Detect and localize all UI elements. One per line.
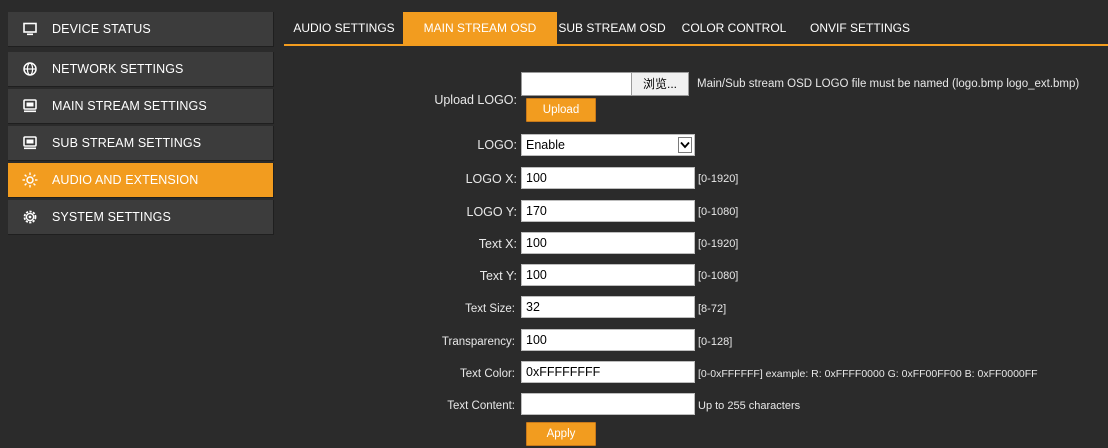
logo-y-label: LOGO Y: xyxy=(466,205,518,219)
logo-x-label: LOGO X: xyxy=(465,172,517,186)
text-color-input[interactable]: 0xFFFFFFFF xyxy=(521,361,695,383)
chevron-down-icon xyxy=(678,137,692,153)
file-path-field[interactable] xyxy=(521,72,632,96)
sidebar-item-main-stream-settings[interactable]: MAIN STREAM SETTINGS xyxy=(8,89,274,124)
tab-audio-settings[interactable]: AUDIO SETTINGS xyxy=(288,12,400,44)
gear-icon xyxy=(22,209,38,225)
sidebar-item-label: DEVICE STATUS xyxy=(52,22,151,36)
text-y-input[interactable]: 100 xyxy=(521,264,695,286)
logo-x-input[interactable]: 100 xyxy=(521,167,695,189)
apply-button[interactable]: Apply xyxy=(526,422,596,446)
logo-label: LOGO: xyxy=(477,138,517,152)
logo-x-hint: [0-1920] xyxy=(698,173,739,185)
tab-main-stream-osd[interactable]: MAIN STREAM OSD xyxy=(403,12,557,44)
transparency-input[interactable]: 100 xyxy=(521,329,695,351)
logo-y-input[interactable]: 170 xyxy=(521,200,695,222)
transparency-label: Transparency: xyxy=(441,336,515,348)
sidebar-item-label: AUDIO AND EXTENSION xyxy=(52,173,199,187)
sidebar-item-system-settings[interactable]: SYSTEM SETTINGS xyxy=(8,200,274,235)
browse-button[interactable]: 浏览... xyxy=(631,72,689,96)
text-x-input[interactable]: 100 xyxy=(521,232,695,254)
tab-color-control[interactable]: COLOR CONTROL xyxy=(674,12,794,44)
osd-settings-form: Upload LOGO: 浏览... Main/Sub stream OSD L… xyxy=(284,48,1108,448)
text-size-label: Text Size: xyxy=(465,303,515,315)
logo-select[interactable]: Enable xyxy=(521,134,695,156)
tab-bar: AUDIO SETTINGS MAIN STREAM OSD SUB STREA… xyxy=(284,12,1108,46)
globe-icon xyxy=(22,61,38,77)
logo-select-value: Enable xyxy=(526,138,565,152)
tab-sub-stream-osd[interactable]: SUB STREAM OSD xyxy=(556,12,668,44)
display-icon xyxy=(22,98,38,114)
sun-icon xyxy=(22,172,38,188)
sidebar: DEVICE STATUS NETWORK SETTINGS MAIN STRE… xyxy=(0,0,274,448)
text-size-input[interactable]: 32 xyxy=(521,296,695,318)
text-color-hint: [0-0xFFFFFF] example: R: 0xFFFF0000 G: 0… xyxy=(698,368,1038,380)
text-content-input[interactable] xyxy=(521,393,695,415)
sidebar-item-sub-stream-settings[interactable]: SUB STREAM SETTINGS xyxy=(8,126,274,161)
upload-hint: Main/Sub stream OSD LOGO file must be na… xyxy=(697,78,1080,90)
display-icon xyxy=(22,135,38,151)
text-size-hint: [8-72] xyxy=(698,303,727,315)
sidebar-item-device-status[interactable]: DEVICE STATUS xyxy=(8,12,274,47)
sidebar-item-label: SYSTEM SETTINGS xyxy=(52,210,171,224)
monitor-icon xyxy=(22,21,38,37)
text-x-label: Text X: xyxy=(478,237,517,251)
sidebar-item-label: MAIN STREAM SETTINGS xyxy=(52,99,207,113)
upload-button[interactable]: Upload xyxy=(526,98,596,122)
upload-logo-label: Upload LOGO: xyxy=(434,93,517,107)
text-color-label: Text Color: xyxy=(460,368,515,380)
text-content-label: Text Content: xyxy=(447,400,515,412)
text-x-hint: [0-1920] xyxy=(698,238,739,250)
text-y-label: Text Y: xyxy=(479,269,517,283)
sidebar-item-network-settings[interactable]: NETWORK SETTINGS xyxy=(8,52,274,87)
tab-onvif-settings[interactable]: ONVIF SETTINGS xyxy=(799,12,921,44)
sidebar-item-label: SUB STREAM SETTINGS xyxy=(52,136,202,150)
text-y-hint: [0-1080] xyxy=(698,270,739,282)
transparency-hint: [0-128] xyxy=(698,336,733,348)
sidebar-item-audio-and-extension[interactable]: AUDIO AND EXTENSION xyxy=(8,163,274,198)
sidebar-item-label: NETWORK SETTINGS xyxy=(52,62,184,76)
text-content-hint: Up to 255 characters xyxy=(698,400,801,412)
logo-y-hint: [0-1080] xyxy=(698,206,739,218)
